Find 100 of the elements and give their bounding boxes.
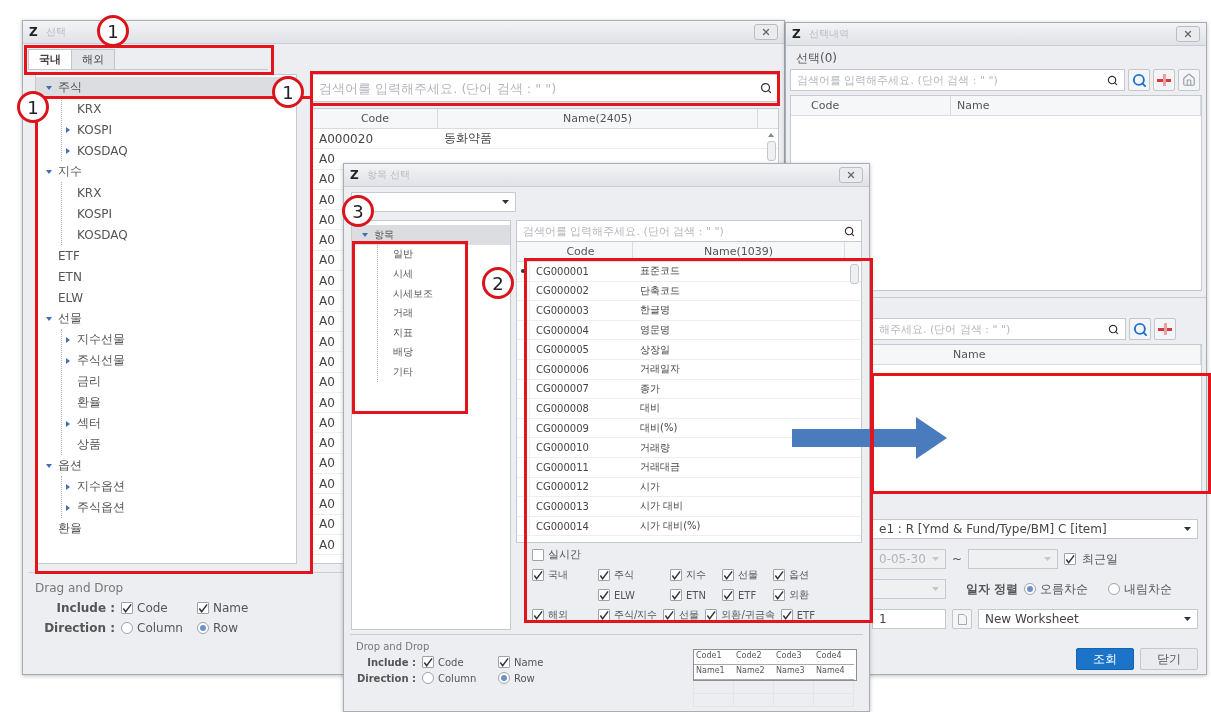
search-input[interactable]: 검색어를 입력해주세요. (단어 검색 : " ") [523,221,840,241]
column-header[interactable]: Name [953,348,986,361]
remove-row-icon[interactable] [1158,323,1172,335]
tree-item[interactable]: 상품 [62,436,101,453]
action-button[interactable]: 조회 [1076,648,1134,670]
expanded-caret-icon[interactable] [46,84,52,91]
tree-item[interactable]: 기타 [378,364,413,379]
collapsed-caret-icon[interactable] [65,126,71,133]
search-icon[interactable] [1107,74,1118,86]
close-button[interactable] [839,167,863,183]
tree-item[interactable]: ELW [43,290,84,305]
tree-item[interactable]: 주식옵션 [62,499,125,516]
checkbox[interactable] [532,609,544,621]
tab[interactable]: 국내 [28,49,72,69]
tree-item[interactable]: ETN [43,269,82,284]
expanded-caret-icon[interactable] [46,462,52,469]
tree-item[interactable]: 선물 [43,310,82,327]
checkbox[interactable] [722,589,734,601]
checkbox[interactable] [498,656,510,668]
tree-item[interactable]: 거래 [378,306,413,321]
search-field[interactable]: 해주세요. (단어 검색 : " ") [872,318,1126,340]
tree-item[interactable]: KOSDAQ [62,227,128,242]
checkbox[interactable] [532,569,544,581]
column-header[interactable]: Name(2405) [563,112,632,125]
collapsed-caret-icon[interactable] [65,420,71,427]
tree-item[interactable]: 지수 [43,163,82,180]
tree-item[interactable]: KOSPI [62,122,113,137]
checkbox[interactable] [422,656,434,668]
checkbox[interactable] [670,589,682,601]
column-header[interactable]: Code [566,245,595,258]
search-icon[interactable] [1108,323,1119,335]
checkbox[interactable] [1064,553,1077,565]
checkbox[interactable] [773,589,785,601]
checkbox[interactable] [663,609,676,621]
column-header[interactable]: Name [957,99,990,112]
tree-item[interactable]: 환율 [43,520,82,537]
tree-item[interactable]: ETF [43,248,80,263]
radio-button[interactable] [1108,583,1121,595]
scrollbar-thumb[interactable] [849,264,859,284]
checkbox[interactable] [197,602,209,614]
tree-item[interactable]: 옵션 [43,457,82,474]
checkbox[interactable] [598,609,610,621]
text-field[interactable]: 1 [872,609,946,629]
close-icon[interactable] [1183,29,1193,39]
date-field[interactable] [968,549,1059,569]
tree-item[interactable]: 배당 [378,345,413,360]
dropdown-caret-icon[interactable] [1184,527,1191,531]
collapsed-caret-icon[interactable] [65,504,71,511]
checkbox[interactable] [598,589,610,601]
radio-button[interactable] [1024,583,1037,595]
remove-button[interactable] [1154,318,1176,340]
collapsed-caret-icon[interactable] [65,357,71,364]
close-icon[interactable] [846,170,856,180]
expanded-caret-icon[interactable] [362,231,368,238]
tree-item[interactable]: 금리 [62,373,101,390]
expanded-caret-icon[interactable] [46,315,52,322]
tree-item[interactable]: 지수선물 [62,331,125,348]
checkbox[interactable] [121,602,133,614]
checkbox[interactable] [598,569,610,581]
checkbox[interactable] [670,569,682,581]
tree-item[interactable]: KRX [62,185,102,200]
search-field[interactable]: 검색어를 입력해주세요. (단어 검색 : " ") [790,69,1125,91]
tree-item[interactable]: 주식선물 [62,352,125,369]
tree-item[interactable]: 시세보조 [378,286,433,301]
tree-item[interactable]: 환율 [62,394,101,411]
column-header[interactable]: Name(1039) [704,245,773,258]
tree-item[interactable]: 항목 [359,227,394,242]
tree-item[interactable]: 지표 [378,325,413,340]
action-button[interactable]: 닫기 [1140,648,1198,670]
column-header[interactable]: Code [811,99,840,112]
close-icon[interactable] [761,27,771,37]
tree-item[interactable]: 섹터 [62,415,101,432]
worksheet-dropdown[interactable]: New Worksheet [978,609,1198,629]
tree-item[interactable]: KOSDAQ [62,143,128,158]
radio-button[interactable] [422,672,434,684]
remove-row-icon[interactable] [1157,74,1171,86]
tree-item[interactable]: 지수옵션 [62,478,125,495]
checkbox[interactable] [780,609,793,621]
expanded-caret-icon[interactable] [46,168,52,175]
search-icon[interactable] [760,82,772,94]
close-button[interactable] [1176,26,1200,42]
dropdown-caret-icon[interactable] [1184,617,1191,621]
checkbox[interactable] [532,548,544,561]
tree-item[interactable]: KRX [62,101,102,116]
dropdown-caret-icon[interactable] [502,200,509,204]
layout-dropdown[interactable]: e1 : R [Ymd & Fund/Type/BM] C [item] [872,519,1198,539]
search-icon[interactable] [844,225,855,237]
radio-button[interactable] [121,622,133,634]
checkbox[interactable] [773,569,785,581]
column-header[interactable]: Code [360,112,390,125]
radio-button[interactable] [197,622,209,634]
checkbox[interactable] [705,609,718,621]
close-button[interactable] [754,24,778,40]
radio-button[interactable] [498,672,510,684]
search-field[interactable]: 검색어를 입력해주세요. (단어 검색 : " ") [516,220,862,242]
search-input[interactable]: 검색어를 입력해주세요. (단어 검색 : " ") [797,70,1103,90]
remove-button[interactable] [1153,69,1175,91]
tree-item[interactable]: 시세 [378,267,413,281]
scroll-up-icon[interactable] [768,133,774,137]
collapsed-caret-icon[interactable] [65,336,71,343]
